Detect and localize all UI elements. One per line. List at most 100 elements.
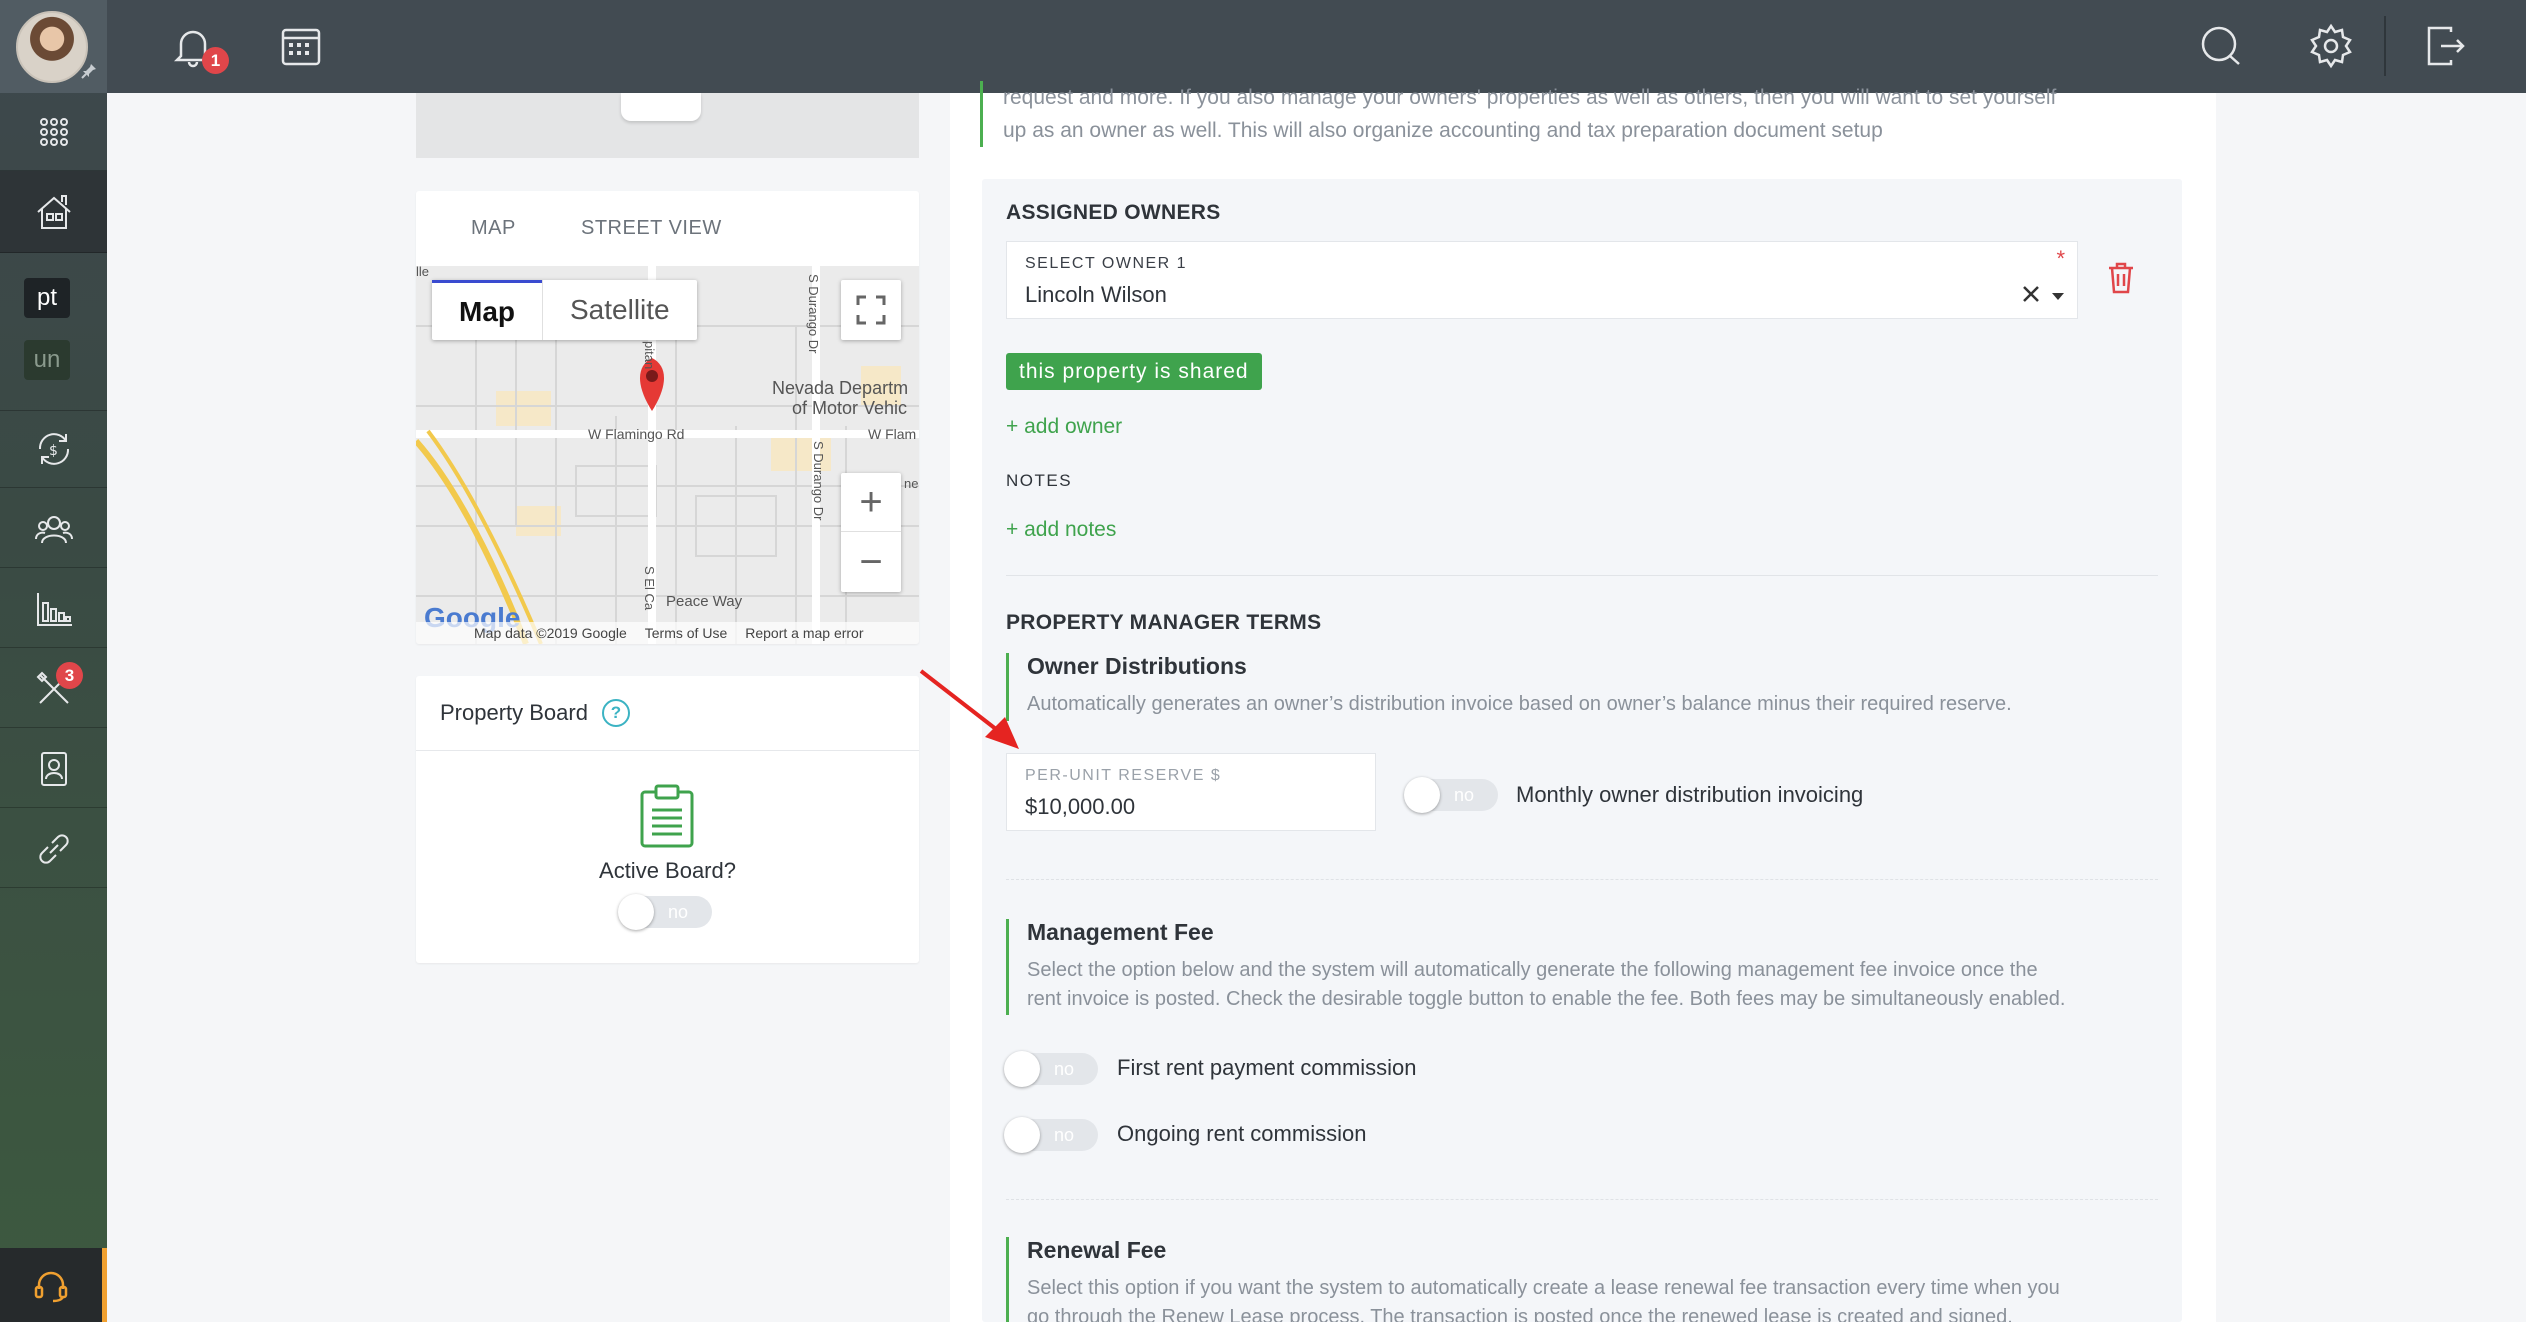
section-divider (1006, 1199, 2158, 1200)
property-board-title: Property Board (440, 700, 588, 725)
management-fee-title: Management Fee (1027, 919, 1214, 945)
avatar[interactable] (16, 11, 88, 83)
map-card: MAP STREET VIEW Map Satellite + − Nevada… (416, 191, 919, 644)
map-type-control: Map Satellite (432, 280, 697, 340)
help-icon[interactable]: ? (601, 699, 630, 727)
renewal-fee-section: Renewal Fee Select this option if you wa… (1006, 1237, 2156, 1322)
map-label: Peace Way (666, 593, 743, 610)
map-tabs: MAP STREET VIEW (416, 191, 919, 266)
owner-distributions-desc: Automatically generates an owner’s distr… (1027, 693, 2012, 715)
sidebar-item-links[interactable] (0, 810, 107, 888)
map-type-satellite-button[interactable]: Satellite (542, 280, 697, 340)
map-footer: Map data ©2019 Google Terms of Use Repor… (416, 622, 919, 644)
add-owner-link[interactable]: + add owner (1006, 415, 1122, 439)
intro-line-2: up as an owner as well. This will also o… (1003, 119, 1883, 142)
per-unit-reserve-input[interactable]: $10,000.00 (1025, 794, 1135, 820)
zoom-in-button[interactable]: + (841, 473, 901, 532)
select-owner-field[interactable]: SELECT OWNER 1 * Lincoln Wilson (1006, 241, 2078, 319)
management-fee-section: Management Fee Select the option below a… (1006, 919, 2156, 1015)
active-board-toggle[interactable]: no (618, 894, 712, 930)
report-error-link[interactable]: Report a map error (745, 625, 863, 641)
apps-grid-icon (39, 117, 68, 146)
owners-section: ASSIGNED OWNERS SELECT OWNER 1 * Lincoln… (982, 179, 2182, 1322)
map-label: lle (416, 266, 430, 279)
sidebar-item-accounting[interactable]: $ (0, 410, 107, 488)
ongoing-rent-commission-label: Ongoing rent commission (1117, 1121, 1367, 1146)
map-label: S El Ca (642, 566, 657, 611)
zoom-control: + − (841, 473, 901, 592)
map-label: S Durango Dr (806, 274, 821, 354)
map-label: S Durango Dr (811, 441, 826, 521)
add-notes-link[interactable]: + add notes (1006, 518, 1116, 542)
chevron-down-icon[interactable] (2051, 292, 2065, 302)
sidebar-chip-un[interactable]: un (24, 340, 70, 380)
sidebar-chip-pt[interactable]: pt (24, 278, 70, 318)
calendar-icon[interactable] (277, 22, 325, 70)
intro-line-1: request and more. If you also manage you… (1003, 86, 2057, 109)
map-label: of Motor Vehic (792, 398, 908, 418)
map-label: Nevada Departm (772, 378, 909, 398)
sidebar-item-apps[interactable] (0, 93, 107, 171)
zoom-out-button[interactable]: − (841, 532, 901, 592)
sidebar-item-maintenance[interactable]: 3 (0, 650, 107, 728)
sidebar-item-reports[interactable] (0, 570, 107, 648)
contact-card-icon (40, 751, 67, 786)
photo-placeholder-icon (621, 93, 701, 121)
fullscreen-icon (856, 295, 886, 325)
map-label: W Flamingo Rd (588, 426, 685, 442)
terms-link[interactable]: Terms of Use (645, 625, 727, 641)
sidebar-item-properties[interactable] (0, 171, 107, 253)
ongoing-rent-commission-toggle[interactable]: no (1004, 1117, 1098, 1153)
renewal-fee-desc-line-1: Select this option if you want the syste… (1027, 1277, 2060, 1299)
required-marker: * (2056, 246, 2065, 271)
people-icon (34, 515, 73, 543)
first-rent-commission-label: First rent payment commission (1117, 1055, 1417, 1080)
gear-icon[interactable] (2307, 22, 2355, 70)
owner-distributions-section: Owner Distributions Automatically genera… (1006, 653, 2156, 721)
clear-icon[interactable] (2021, 284, 2041, 304)
select-owner-value: Lincoln Wilson (1025, 282, 1167, 307)
first-rent-commission-toggle[interactable]: no (1004, 1051, 1098, 1087)
topbar-divider (2384, 16, 2386, 76)
toggle-state: no (668, 902, 689, 922)
assigned-owners-title: ASSIGNED OWNERS (1006, 201, 1221, 224)
svg-text:$: $ (49, 443, 58, 459)
sidebar-item-contacts[interactable] (0, 730, 107, 808)
link-icon (38, 833, 69, 864)
renewal-fee-title: Renewal Fee (1027, 1237, 1167, 1263)
map-label: ne (904, 476, 919, 491)
sidebar-item-people[interactable] (0, 490, 107, 568)
property-board-header: Property Board ? (416, 676, 919, 751)
pm-terms-title: PROPERTY MANAGER TERMS (1006, 611, 1322, 634)
select-owner-label: SELECT OWNER 1 (1025, 255, 1188, 272)
toggle-knob (1004, 1117, 1040, 1153)
intro-text: request and more. If you also manage you… (980, 81, 2180, 147)
chat-icon[interactable] (2197, 22, 2245, 70)
main-panel: request and more. If you also manage you… (950, 81, 2216, 1322)
monthly-distribution-toggle[interactable]: no (1404, 777, 1498, 813)
monthly-distribution-label: Monthly owner distribution invoicing (1516, 782, 1864, 807)
shared-badge: this property is shared (1006, 353, 1262, 390)
per-unit-reserve-field[interactable]: PER-UNIT RESERVE $ $10,000.00 (1006, 753, 1376, 831)
property-board-card: Property Board ? Active Board? no (416, 676, 919, 963)
toggle-state: no (1454, 785, 1475, 805)
tab-street-view[interactable]: STREET VIEW (581, 217, 722, 240)
trash-icon[interactable] (2106, 261, 2136, 295)
map-view[interactable]: Map Satellite + − Nevada Departm of Moto… (416, 266, 919, 644)
fullscreen-button[interactable] (841, 280, 901, 340)
avatar-area[interactable] (0, 0, 107, 93)
management-fee-desc-line-1: Select the option below and the system w… (1027, 959, 2038, 981)
tab-map[interactable]: MAP (471, 217, 516, 240)
annotation-arrow (919, 669, 1019, 749)
property-photo[interactable] (416, 93, 919, 158)
toggle-knob (618, 894, 654, 930)
management-fee-desc-line-2: rent invoice is posted. Check the desira… (1027, 988, 2066, 1010)
right-gutter (2216, 93, 2526, 1322)
bar-chart-icon (36, 592, 72, 626)
management-fee-desc: Select the option below and the system w… (1027, 956, 2156, 1014)
support-button[interactable] (0, 1248, 107, 1322)
map-type-map-button[interactable]: Map (432, 280, 542, 340)
logout-icon[interactable] (2421, 22, 2469, 70)
pin-icon[interactable] (80, 62, 98, 80)
renewal-fee-desc: Select this option if you want the syste… (1027, 1274, 2156, 1322)
